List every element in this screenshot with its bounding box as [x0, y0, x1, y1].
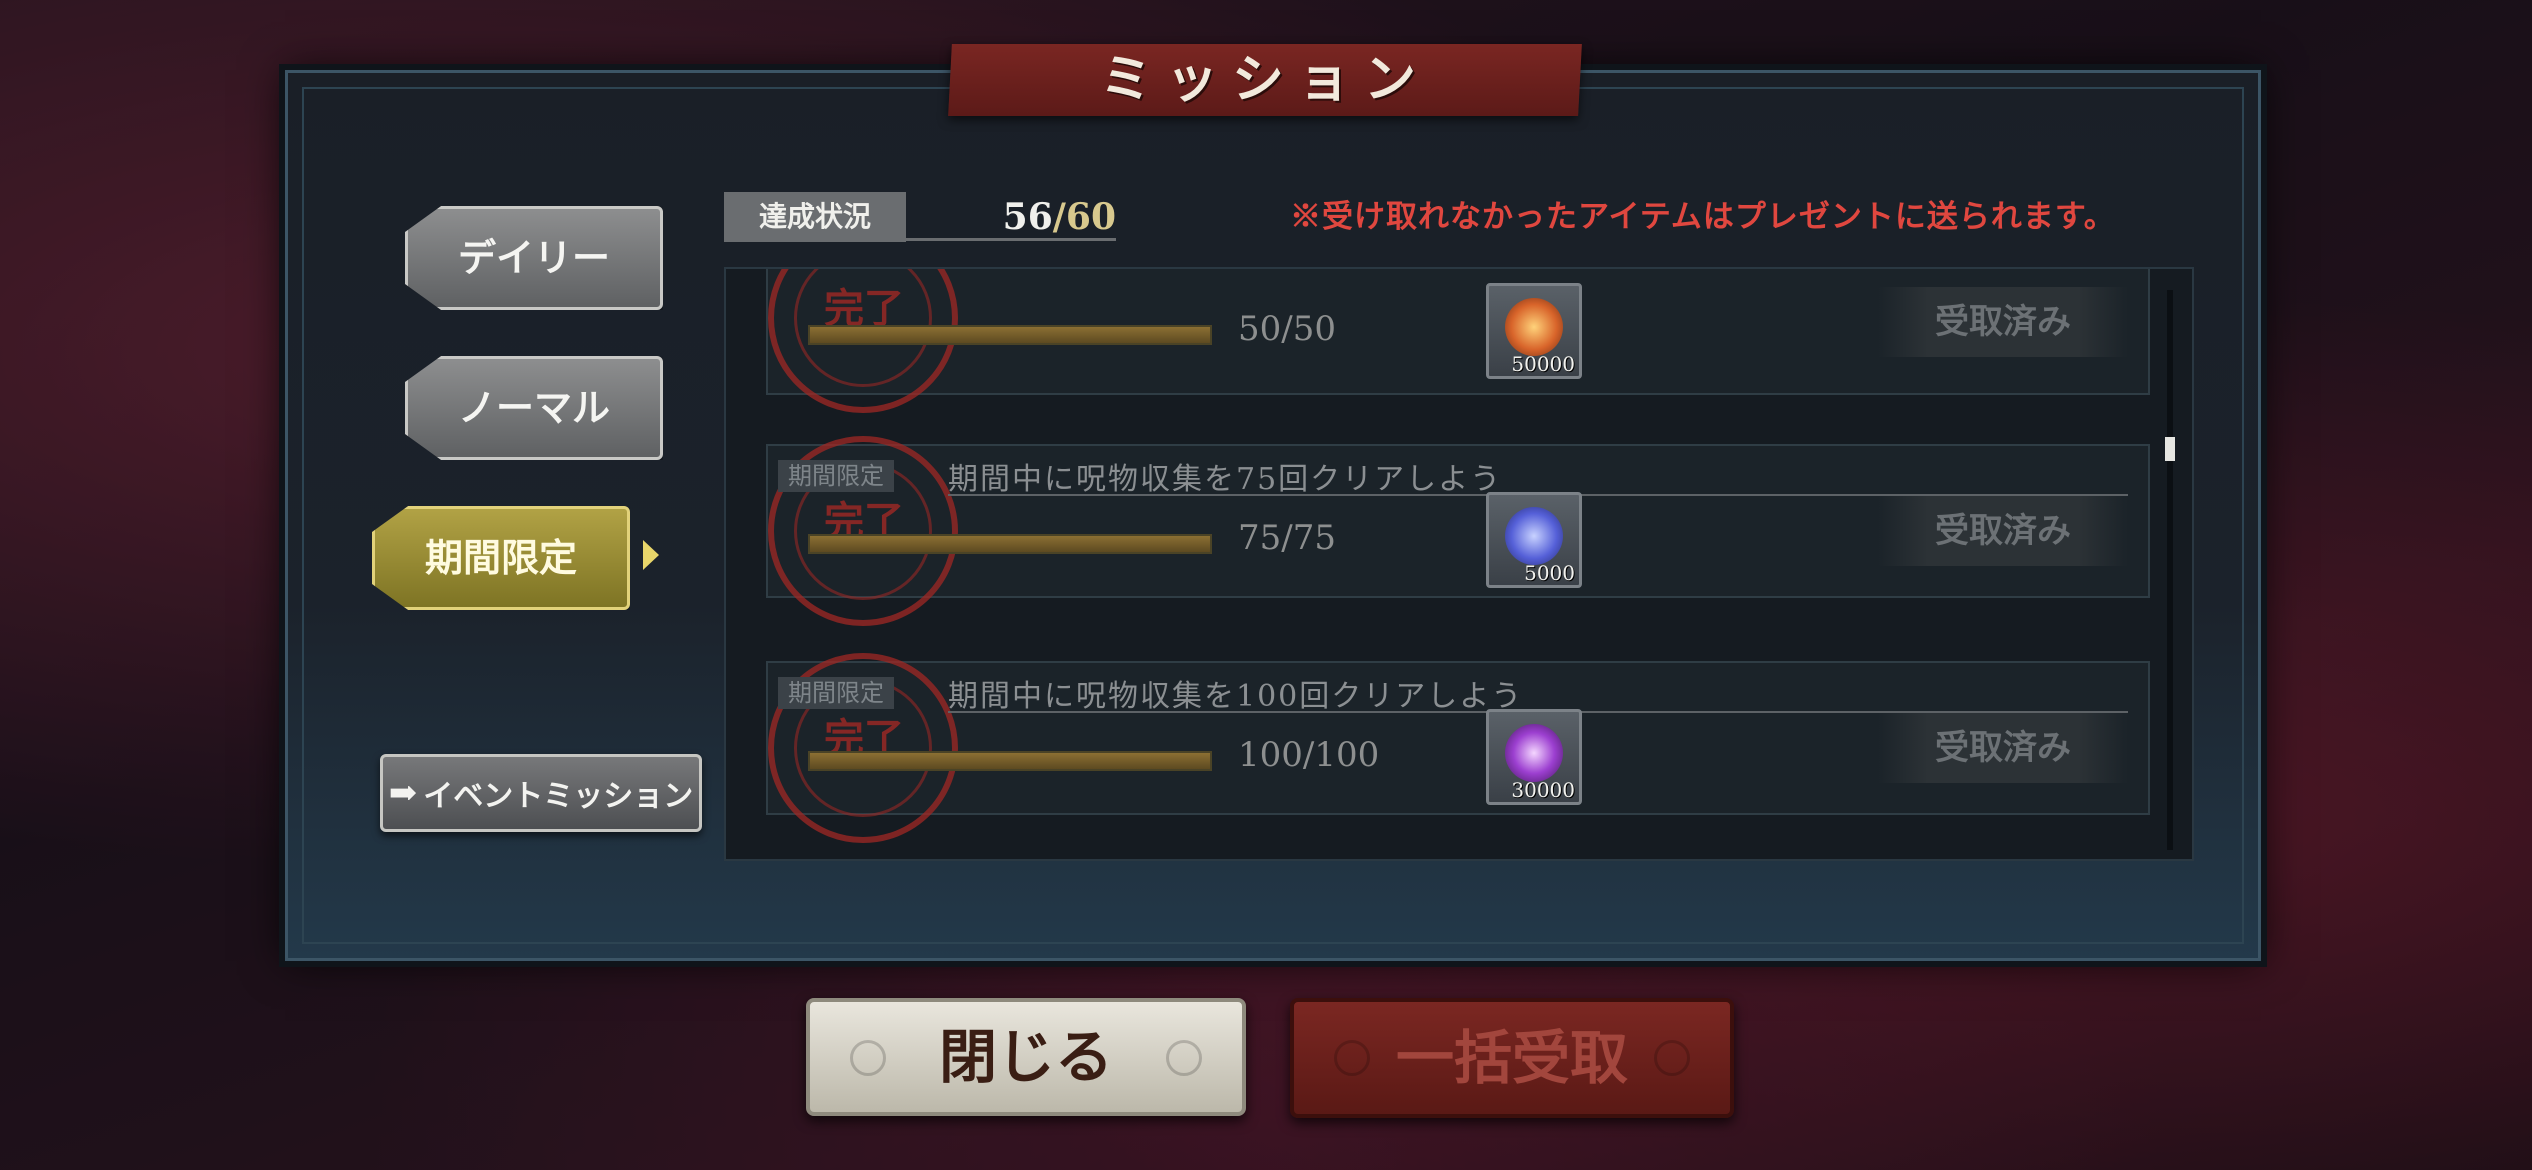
progress-fill — [810, 327, 1210, 343]
tab-normal[interactable]: ノーマル — [405, 356, 663, 460]
status-current: 56 — [1002, 196, 1053, 238]
bulk-claim-button[interactable]: 一括受取 — [1290, 998, 1734, 1118]
purple-flame-icon — [1505, 724, 1563, 782]
tab-daily[interactable]: デイリー — [405, 206, 663, 310]
reward-item[interactable]: 30000 — [1486, 709, 1582, 805]
mission-card: 完了 50/50 50000 受取済み — [766, 269, 2150, 413]
mission-card: 完了 期間限定 期間中に呪物収集を75回クリアしよう 75/75 5000 受取… — [766, 436, 2150, 626]
progress-text: 75/75 — [1238, 518, 1336, 558]
mission-title: 期間中に呪物収集を75回クリアしよう — [948, 462, 1503, 497]
event-mission-button[interactable]: ➡ イベントミッション — [380, 754, 702, 832]
progress-fill — [810, 753, 1210, 769]
scrollbar-track[interactable] — [2167, 290, 2173, 850]
close-label: 閉じる — [938, 1023, 1113, 1091]
page-title: ミッション — [1099, 49, 1430, 110]
reward-quantity: 5000 — [1524, 561, 1575, 585]
reward-item[interactable]: 50000 — [1486, 283, 1582, 379]
reward-quantity: 50000 — [1511, 352, 1575, 376]
fire-orb-icon — [1505, 298, 1563, 356]
blue-orb-icon — [1505, 507, 1563, 565]
progress-bar — [808, 534, 1212, 554]
progress-text: 50/50 — [1238, 309, 1336, 349]
scrollbar-thumb[interactable] — [2165, 437, 2175, 461]
status-label: 達成状況 — [724, 192, 906, 242]
progress-bar — [808, 751, 1212, 771]
mission-category-label: 期間限定 — [778, 460, 894, 492]
left-ornament-icon — [850, 1040, 886, 1076]
progress-text: 100/100 — [1238, 735, 1380, 775]
notice-text: ※受け取れなかったアイテムはプレゼントに送られます。 — [1290, 199, 2116, 235]
claimed-button[interactable]: 受取済み — [1878, 496, 2128, 566]
claimed-button[interactable]: 受取済み — [1878, 713, 2128, 783]
progress-fill — [810, 536, 1210, 552]
right-ornament-icon — [1166, 1040, 1202, 1076]
left-ornament-icon — [1334, 1040, 1370, 1076]
close-button[interactable]: 閉じる — [806, 998, 1246, 1116]
progress-bar — [808, 325, 1212, 345]
status-total: /60 — [1052, 196, 1116, 238]
bulk-claim-label: 一括受取 — [1395, 1024, 1628, 1092]
mission-card: 完了 期間限定 期間中に呪物収集を100回クリアしよう 100/100 3000… — [766, 653, 2150, 843]
reward-quantity: 30000 — [1511, 778, 1575, 802]
mission-category-label: 期間限定 — [778, 677, 894, 709]
stamp-mark: 完了 — [824, 285, 904, 332]
mission-list[interactable]: 完了 50/50 50000 受取済み 完了 期間限定 期間中に呪物収集を75回… — [724, 267, 2194, 861]
event-mission-label: イベントミッション — [423, 779, 694, 814]
tab-limited[interactable]: 期間限定 — [372, 506, 630, 610]
mission-title: 期間中に呪物収集を100回クリアしよう — [948, 679, 1524, 714]
status-value: 56/60 — [1000, 192, 1116, 242]
arrow-right-icon: ➡ — [388, 773, 418, 813]
right-ornament-icon — [1654, 1040, 1690, 1076]
reward-item[interactable]: 5000 — [1486, 492, 1582, 588]
active-tab-arrow-icon — [643, 540, 659, 570]
claimed-button[interactable]: 受取済み — [1878, 287, 2128, 357]
